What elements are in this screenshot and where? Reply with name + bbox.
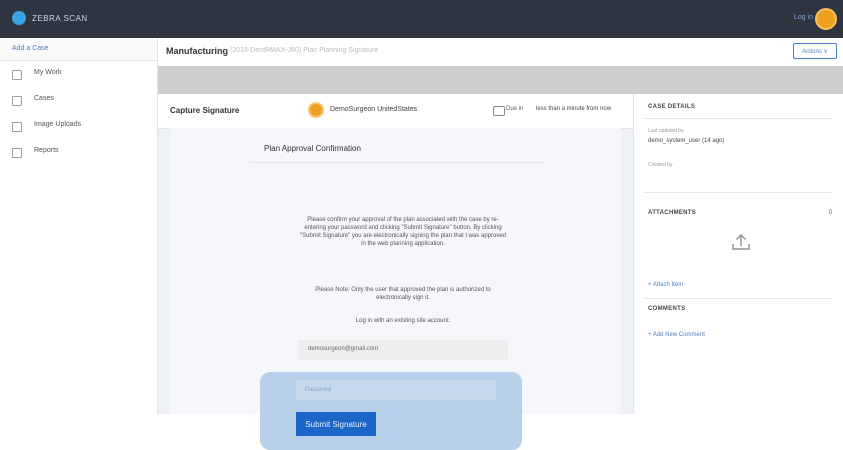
upload-icon[interactable] (729, 230, 753, 254)
divider (250, 162, 546, 163)
email-field[interactable]: demosurgeon@gmail.com (298, 340, 508, 360)
inbox-icon (12, 70, 22, 80)
task-title: Capture Signature (170, 106, 240, 115)
password-input[interactable]: Password (296, 380, 496, 400)
case-details-heading: CASE DETAILS (648, 104, 696, 110)
breadcrumb-sub: (2018-DentRMAX-J60) Plan Planning Signat… (230, 47, 379, 54)
sidebar-item-cases[interactable]: Cases (0, 87, 157, 113)
main-panel: Capture Signature DemoSurgeon UnitedStat… (158, 94, 633, 450)
divider (644, 118, 832, 119)
attach-item-link[interactable]: + Attach Item (648, 282, 683, 288)
password-panel: Password Submit Signature (260, 372, 522, 450)
sidebar-item-label: Reports (34, 147, 59, 154)
top-bar: ZEBRA SCAN Log in (0, 0, 843, 38)
breadcrumb-main[interactable]: Manufacturing (166, 46, 228, 56)
actions-button[interactable]: Actions ∨ (793, 43, 837, 59)
note-text: Please Note: Only the user that approved… (315, 287, 491, 301)
sidebar-item-image-uploads[interactable]: Image Uploads (0, 113, 157, 139)
sidebar-item-reports[interactable]: Reports (0, 139, 157, 165)
sidebar-item-label: My Work (34, 69, 62, 76)
clock-icon (493, 106, 505, 116)
sidebar: Add a Case My Work Cases Image Uploads R… (0, 38, 158, 414)
top-login-link[interactable]: Log in (794, 14, 813, 21)
assignee-name: DemoSurgeon UnitedStates (330, 106, 418, 113)
due-time: less than a minute from now (536, 106, 612, 112)
submit-signature-button[interactable]: Submit Signature (296, 412, 376, 436)
app-logo-icon (12, 11, 26, 25)
divider (644, 192, 832, 193)
add-case-link[interactable]: Add a Case (12, 45, 49, 52)
image-icon (12, 122, 22, 132)
attachments-count: 0 (828, 210, 832, 216)
last-updated-label: Last updated by (648, 128, 684, 134)
signature-card: Plan Approval Confirmation Please confir… (170, 128, 621, 450)
chart-icon (12, 148, 22, 158)
comments-heading: COMMENTS (648, 306, 686, 312)
sidebar-top: Add a Case (0, 38, 157, 61)
add-comment-link[interactable]: + Add New Comment (648, 332, 705, 338)
attachments-heading: ATTACHMENTS (648, 210, 697, 216)
sidebar-item-label: Cases (34, 95, 54, 102)
divider (644, 298, 832, 299)
page-header: Manufacturing (2018-DentRMAX-J60) Plan P… (158, 38, 843, 67)
created-by-label: Created by (648, 162, 673, 168)
assignee-avatar (308, 102, 324, 118)
sidebar-item-my-work[interactable]: My Work (0, 61, 157, 87)
login-instruction: Log in with an existing site account: (355, 318, 451, 324)
instructions-text: Please confirm your approval of the plan… (299, 217, 507, 247)
user-avatar[interactable] (815, 8, 837, 30)
sidebar-item-label: Image Uploads (34, 121, 82, 128)
card-title: Plan Approval Confirmation (264, 144, 361, 153)
case-details-panel: CASE DETAILS Last updated by demo_system… (633, 94, 843, 414)
header-band (158, 66, 843, 94)
brand-name: ZEBRA SCAN (32, 13, 88, 23)
due-label: Due in (506, 106, 524, 112)
app-logo[interactable]: ZEBRA SCAN (12, 11, 88, 25)
folder-icon (12, 96, 22, 106)
last-updated-value: demo_system_user (14 ago) (648, 138, 725, 144)
task-header: Capture Signature DemoSurgeon UnitedStat… (158, 94, 633, 129)
